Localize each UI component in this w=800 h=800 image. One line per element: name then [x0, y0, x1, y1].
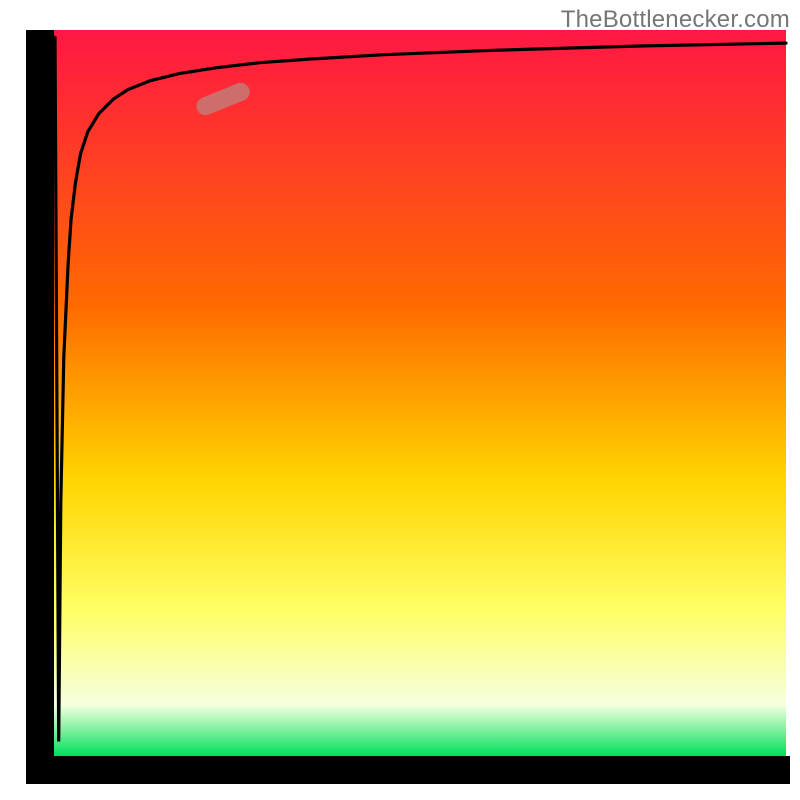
plot-background: [40, 30, 786, 756]
bottleneck-chart: [0, 0, 800, 800]
chart-stage: TheBottlenecker.com: [0, 0, 800, 800]
